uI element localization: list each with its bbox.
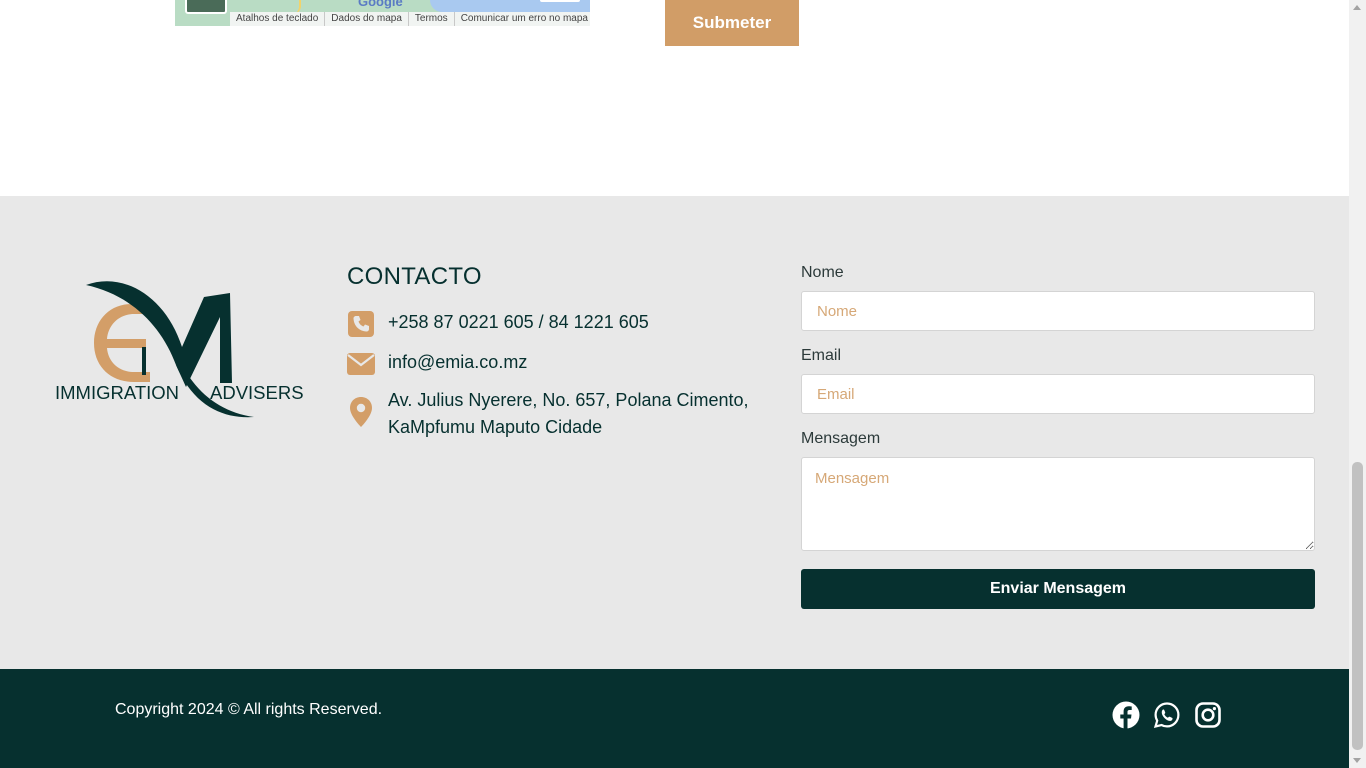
message-label: Mensagem	[801, 430, 881, 447]
contact-email-row: info@emia.co.mz	[346, 349, 527, 379]
scroll-down-arrow[interactable]	[1353, 758, 1361, 763]
embedded-map[interactable]: Google Atalhos de teclado Dados do mapa …	[175, 0, 590, 26]
name-field[interactable]	[801, 291, 1315, 331]
instagram-icon[interactable]	[1193, 700, 1223, 730]
scroll-up-arrow[interactable]	[1353, 5, 1361, 10]
page-scrollbar[interactable]	[1349, 0, 1366, 768]
phone-icon	[346, 309, 376, 339]
email-field[interactable]	[801, 374, 1315, 414]
map-footer-links: Atalhos de teclado Dados do mapa Termos …	[230, 12, 590, 26]
map-link-map-data[interactable]: Dados do mapa	[325, 12, 409, 26]
map-link-report-error[interactable]: Comunicar um erro no mapa	[455, 12, 590, 26]
contact-phone[interactable]: +258 87 0221 605 / 84 1221 605	[388, 309, 649, 336]
contact-address: Av. Julius Nyerere, No. 657, Polana Cime…	[388, 387, 749, 441]
map-link-terms[interactable]: Termos	[409, 12, 455, 26]
map-satellite-toggle[interactable]	[185, 0, 227, 14]
top-section: Google Atalhos de teclado Dados do mapa …	[0, 0, 1349, 196]
send-message-button[interactable]: Enviar Mensagem	[801, 569, 1315, 609]
message-field[interactable]	[801, 457, 1315, 551]
logo-tagline-right: ADVISERS	[210, 382, 304, 403]
emia-logo[interactable]: IMMIGRATION ADVISERS	[54, 277, 304, 422]
contact-email[interactable]: info@emia.co.mz	[388, 349, 527, 376]
facebook-icon[interactable]	[1111, 700, 1141, 730]
contact-title: CONTACTO	[347, 263, 482, 290]
address-line-2: KaMpfumu Maputo Cidade	[388, 417, 603, 437]
google-logo: Google	[358, 0, 403, 9]
contact-address-row: Av. Julius Nyerere, No. 657, Polana Cime…	[346, 387, 749, 441]
envelope-icon	[346, 349, 376, 379]
map-link-keyboard-shortcuts[interactable]: Atalhos de teclado	[230, 12, 326, 26]
logo-tagline-left: IMMIGRATION	[55, 382, 179, 403]
submit-button[interactable]: Submeter	[665, 0, 799, 46]
scroll-thumb[interactable]	[1352, 462, 1363, 750]
contact-phone-row: +258 87 0221 605 / 84 1221 605	[346, 309, 649, 339]
address-line-1: Av. Julius Nyerere, No. 657, Polana Cime…	[388, 390, 749, 410]
name-label: Nome	[801, 264, 844, 281]
whatsapp-icon[interactable]	[1152, 700, 1182, 730]
email-label: Email	[801, 347, 842, 364]
copyright-text: Copyright 2024 © All rights Reserved.	[115, 701, 383, 718]
map-pin-icon	[346, 397, 376, 427]
map-zoom-control[interactable]	[540, 0, 580, 2]
